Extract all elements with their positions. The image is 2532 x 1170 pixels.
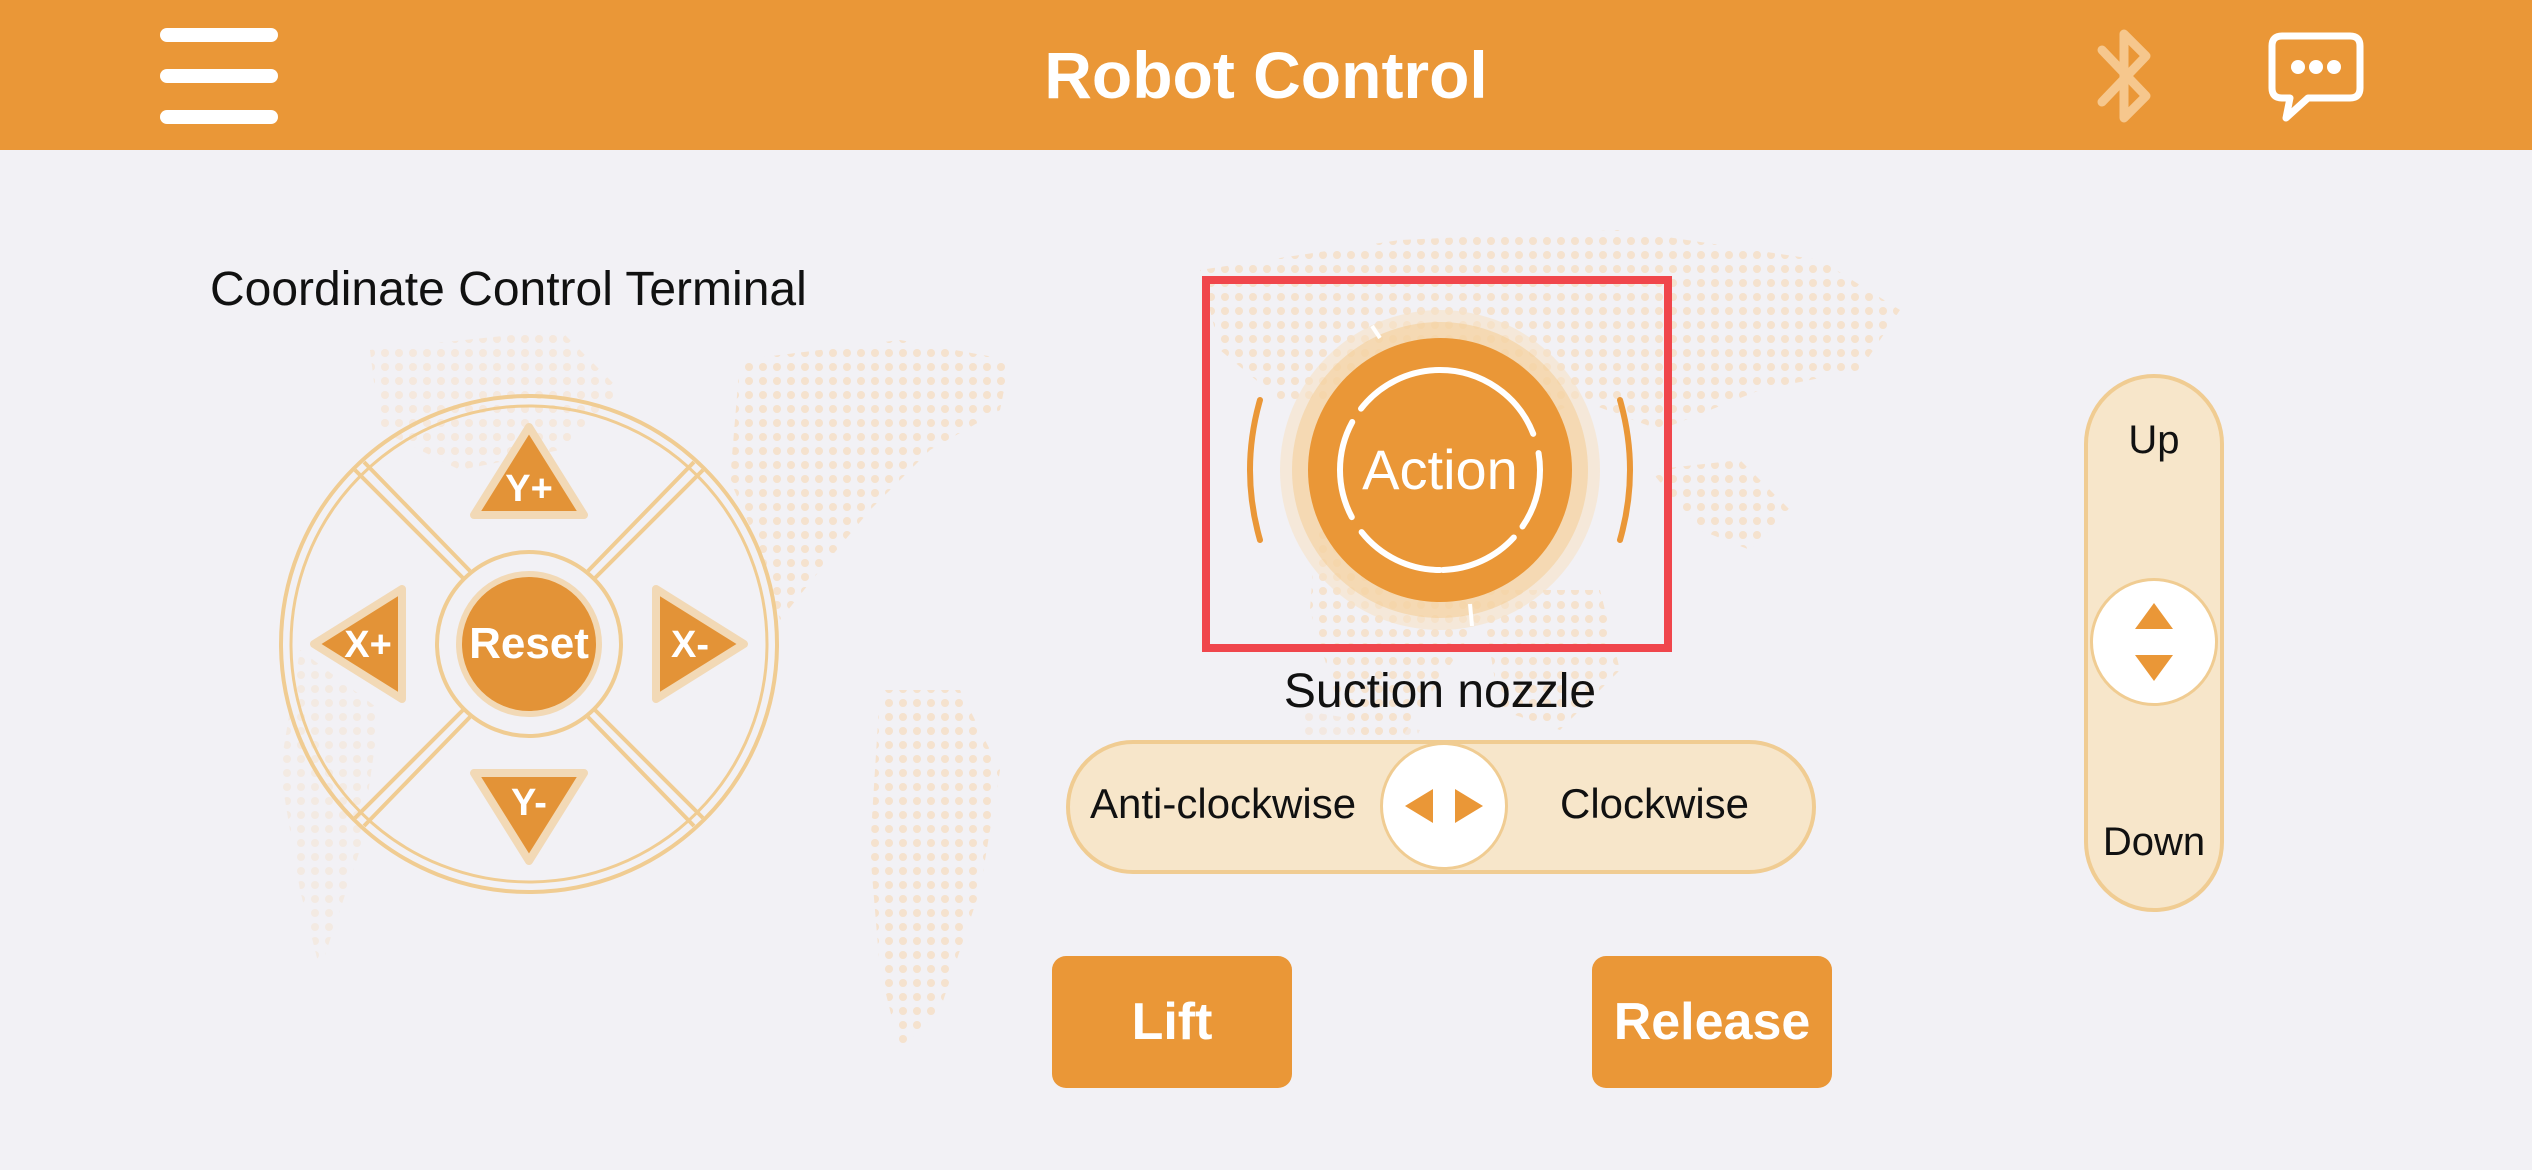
up-label[interactable]: Up <box>2084 418 2224 463</box>
svg-text:Y-: Y- <box>511 782 547 824</box>
suction-nozzle-label: Suction nozzle <box>1283 665 1597 718</box>
action-button[interactable]: Action <box>1310 340 1570 600</box>
down-label[interactable]: Down <box>2084 820 2224 865</box>
coordinate-terminal-label: Coordinate Control Terminal <box>210 263 807 316</box>
right-arrow-icon <box>1455 789 1483 823</box>
y-plus-button[interactable]: Y+ <box>468 421 590 521</box>
up-arrow-icon <box>2135 603 2173 629</box>
svg-text:X+: X+ <box>344 624 392 666</box>
release-button[interactable]: Release <box>1592 956 1832 1088</box>
coordinate-dpad: Y+ Y- X+ X- Reset <box>278 393 780 895</box>
x-plus-button[interactable]: X+ <box>308 583 408 705</box>
lift-button[interactable]: Lift <box>1052 956 1292 1088</box>
down-arrow-icon <box>2135 655 2173 681</box>
app-header: Robot Control <box>0 0 2532 150</box>
clockwise-label[interactable]: Clockwise <box>1560 780 1749 828</box>
reset-button[interactable]: Reset <box>462 577 596 711</box>
x-minus-button[interactable]: X- <box>650 583 750 705</box>
y-minus-button[interactable]: Y- <box>468 767 590 867</box>
rotation-slider-knob[interactable] <box>1380 742 1508 870</box>
anti-clockwise-label[interactable]: Anti-clockwise <box>1090 780 1356 828</box>
svg-text:Y+: Y+ <box>505 468 553 510</box>
vertical-slider-knob[interactable] <box>2090 578 2218 706</box>
left-arrow-icon <box>1405 789 1433 823</box>
menu-icon[interactable] <box>160 28 278 124</box>
svg-text:X-: X- <box>671 624 709 666</box>
bluetooth-icon[interactable] <box>2088 20 2164 132</box>
chat-bubble-icon[interactable] <box>2268 30 2364 124</box>
